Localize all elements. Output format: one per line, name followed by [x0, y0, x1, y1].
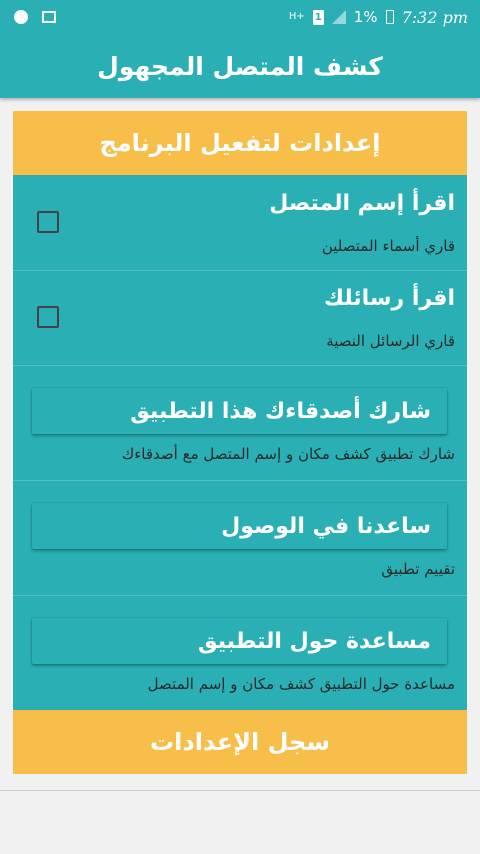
share-app-button[interactable]: شارك أصدقاءك هذا التطبيق [32, 388, 447, 434]
settings-circle-icon [14, 10, 28, 24]
option-read-messages[interactable]: اقرأ رسائلك قاري الرسائل النصية [13, 270, 467, 366]
read-messages-checkbox[interactable] [37, 306, 59, 328]
option-read-caller-name[interactable]: اقرأ إسم المتصل قاري أسماء المتصلين [13, 175, 467, 271]
clock: 7:32 pm [401, 7, 468, 27]
status-bar-left [14, 10, 56, 24]
help-subtitle: مساعدة حول التطبيق كشف مكان و إسم المتصل [147, 675, 455, 693]
action-rate-row: ساعدنا في الوصول تقييم تطبيق [13, 480, 467, 596]
save-settings-label: سجل الإعدادات [150, 728, 330, 756]
help-button[interactable]: مساعدة حول التطبيق [32, 618, 447, 664]
sim-icon: 1 [312, 9, 324, 25]
save-settings-button[interactable]: سجل الإعدادات [13, 710, 467, 774]
option-title: اقرأ رسائلك [323, 286, 455, 311]
status-bar-right: H+ 1 1% 7:32 pm [289, 8, 468, 27]
status-bar: H+ 1 1% 7:32 pm [0, 0, 480, 34]
battery-percent: 1% [353, 8, 378, 26]
read-caller-name-checkbox[interactable] [37, 211, 59, 233]
option-subtitle: قاري أسماء المتصلين [321, 237, 455, 255]
app-title: كشف المتصل المجهول [97, 51, 383, 81]
settings-header-title: إعدادات لتفعيل البرنامج [99, 129, 381, 157]
rate-app-button[interactable]: ساعدنا في الوصول [32, 503, 447, 549]
action-help-row: مساعدة حول التطبيق مساعدة حول التطبيق كش… [13, 595, 467, 710]
rate-app-subtitle: تقييم تطبيق [381, 560, 455, 578]
settings-header: إعدادات لتفعيل البرنامج [13, 111, 467, 175]
app-bar: كشف المتصل المجهول [0, 34, 480, 98]
settings-card: إعدادات لتفعيل البرنامج اقرأ إسم المتصل … [13, 111, 467, 774]
share-app-subtitle: شارك تطبيق كشف مكان و إسم المتصل مع أصدق… [121, 445, 455, 463]
option-title: اقرأ إسم المتصل [269, 191, 455, 216]
bottom-divider [0, 790, 480, 791]
image-icon [42, 11, 56, 23]
option-subtitle: قاري الرسائل النصية [326, 332, 455, 350]
signal-icon [331, 10, 346, 24]
network-type-label: H+ [288, 11, 305, 22]
battery-icon [385, 10, 394, 24]
action-share-row: شارك أصدقاءك هذا التطبيق شارك تطبيق كشف … [13, 365, 467, 481]
